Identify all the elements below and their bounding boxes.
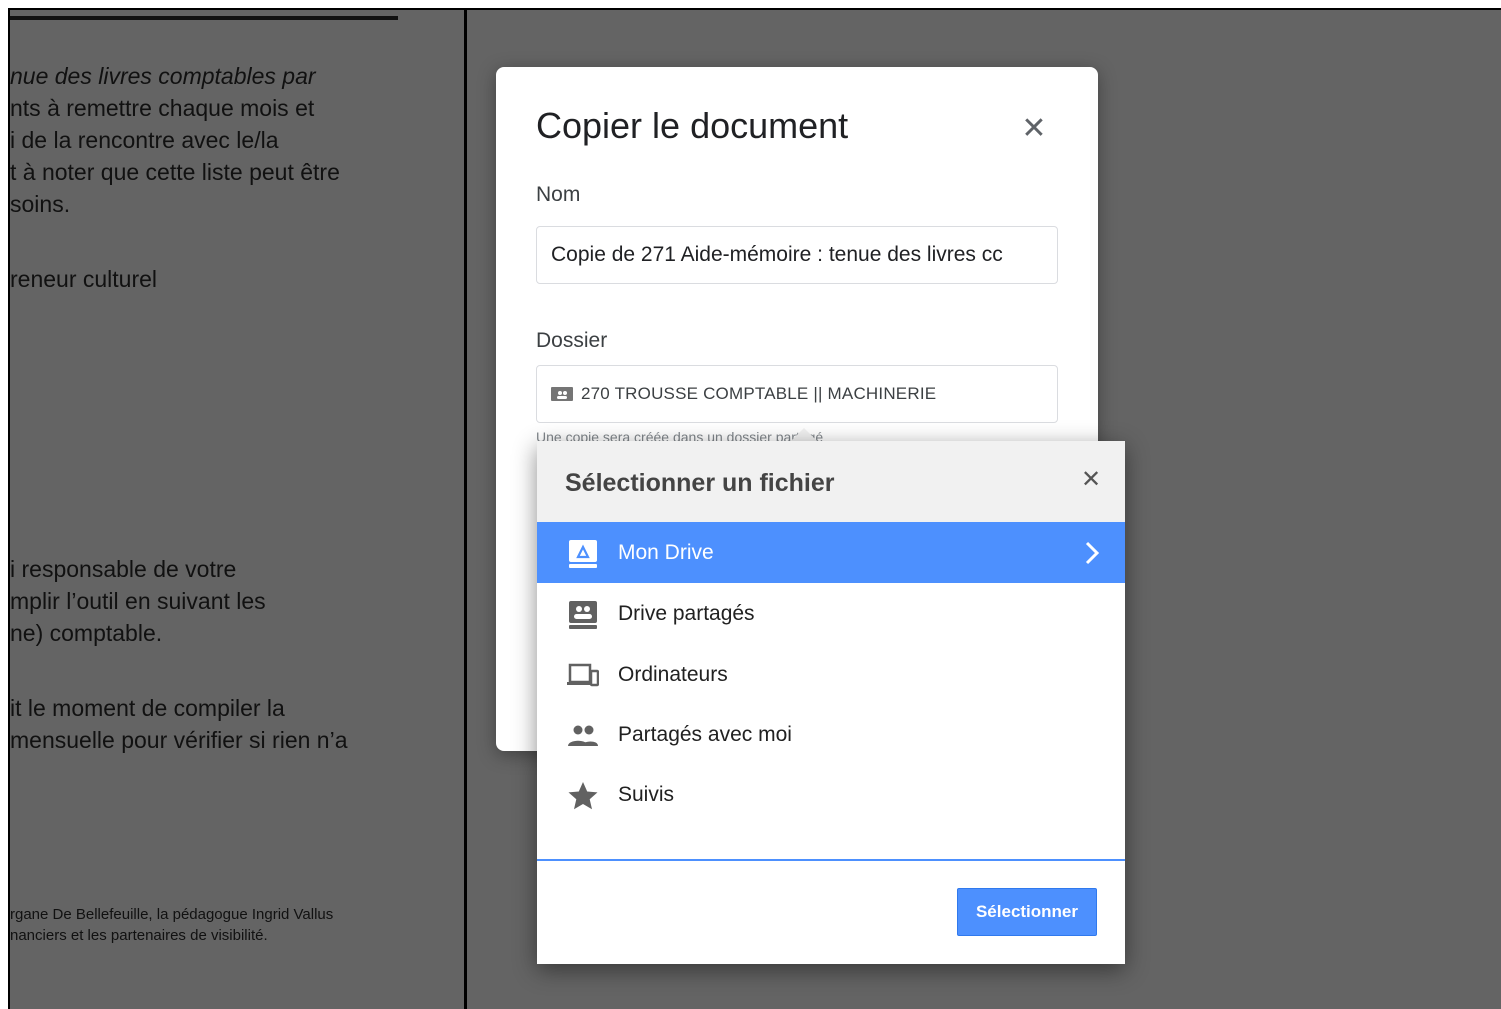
nav-label: Suivis: [618, 782, 675, 806]
folder-field[interactable]: 270 TROUSSE COMPTABLE || MACHINERIE: [536, 365, 1058, 423]
computers-icon: [567, 663, 599, 687]
folder-label: Dossier: [536, 329, 608, 352]
picker-header: Sélectionner un fichier ✕: [537, 441, 1125, 522]
dialog-title: Copier le document: [536, 105, 849, 146]
nav-label: Partagés avec moi: [618, 722, 792, 746]
nav-item-computers[interactable]: Ordinateurs: [537, 644, 1125, 705]
document-line: ne) comptable.: [10, 620, 163, 646]
nav-item-shared-drives[interactable]: Drive partagés: [537, 583, 1125, 644]
document-line: reneur culturel: [10, 266, 158, 292]
file-picker-dialog: Sélectionner un fichier ✕ Mon Drive Driv…: [537, 441, 1125, 964]
nav-label: Mon Drive: [618, 540, 714, 564]
picker-divider: [537, 859, 1125, 861]
nav-item-my-drive[interactable]: Mon Drive: [537, 522, 1125, 583]
document-line: nue des livres comptables par: [10, 63, 316, 89]
name-input[interactable]: [536, 226, 1058, 284]
document-line: nts à remettre chaque mois et: [10, 95, 315, 121]
folder-name: 270 TROUSSE COMPTABLE || MACHINERIE: [581, 384, 937, 403]
nav-label: Ordinateurs: [618, 662, 728, 686]
shared-drive-folder-icon: [551, 387, 573, 401]
nav-item-shared-with-me[interactable]: Partagés avec moi: [537, 704, 1125, 765]
picker-title: Sélectionner un fichier: [565, 469, 835, 497]
shared-drives-icon: [569, 601, 597, 629]
document-line: i de la rencontre avec le/la: [10, 127, 279, 153]
document-line: i responsable de votre: [10, 556, 237, 582]
document-footer-line: rgane De Bellefeuille, la pédagogue Ingr…: [10, 906, 334, 923]
document-line: mplir l’outil en suivant les: [10, 588, 266, 614]
document-line: soins.: [10, 191, 71, 217]
close-icon[interactable]: ✕: [1077, 466, 1105, 494]
name-label: Nom: [536, 183, 581, 206]
document-rule: [10, 16, 398, 20]
document-line: t à noter que cette liste peut être: [10, 159, 340, 185]
nav-label: Drive partagés: [618, 601, 755, 625]
chevron-right-icon[interactable]: [1082, 540, 1102, 566]
nav-item-starred[interactable]: Suivis: [537, 764, 1125, 825]
document-line: it le moment de compiler la: [10, 695, 285, 721]
document-footer-line: nanciers et les partenaires de visibilit…: [10, 927, 268, 944]
my-drive-icon: [569, 540, 597, 568]
star-icon: [568, 782, 598, 810]
picker-pointer: [791, 428, 817, 441]
background-document: nue des livres comptables par nts à reme…: [8, 10, 467, 1009]
document-line: mensuelle pour vérifier si rien n’a: [10, 727, 348, 753]
close-icon[interactable]: ✕: [1014, 109, 1054, 149]
shared-with-me-icon: [568, 725, 598, 746]
select-button[interactable]: Sélectionner: [957, 888, 1097, 936]
